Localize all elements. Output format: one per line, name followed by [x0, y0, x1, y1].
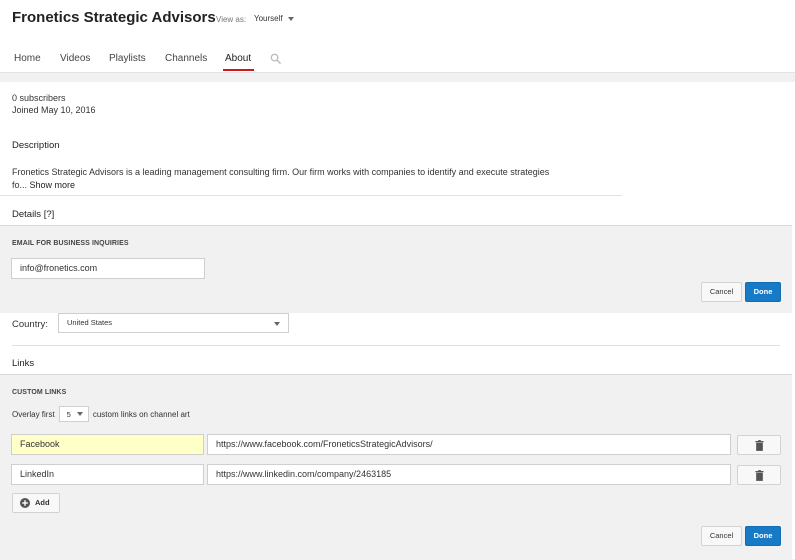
overlay-count-select[interactable]: 5 [58, 406, 89, 422]
delete-link-button[interactable] [737, 465, 781, 485]
email-field[interactable]: info@fronetics.com [11, 258, 205, 279]
details-help-link[interactable]: [?] [44, 209, 55, 220]
overlay-prefix: Overlay first [12, 409, 55, 419]
links-done-button[interactable]: Done [745, 526, 781, 546]
plus-circle-icon [20, 498, 30, 508]
description-line-2: fo... Show more [12, 179, 612, 192]
description-divider [0, 195, 622, 196]
chevron-down-icon [274, 322, 280, 326]
trash-icon [755, 470, 764, 481]
details-title-text: Details [12, 209, 42, 220]
trash-icon [755, 440, 764, 451]
overlay-setting: Overlay first 5 custom links on channel … [12, 406, 190, 422]
overlay-count-value: 5 [66, 409, 71, 419]
custom-links-section: CUSTOM LINKS Overlay first 5 custom link… [0, 374, 792, 560]
custom-links-label: CUSTOM LINKS [12, 389, 67, 396]
links-cancel-button[interactable]: Cancel [701, 526, 742, 546]
add-link-button[interactable]: Add [12, 493, 60, 513]
email-label: EMAIL FOR BUSINESS INQUIRIES [12, 240, 129, 247]
chevron-down-icon [76, 412, 83, 416]
country-select[interactable]: United States [58, 313, 289, 333]
link-title-field[interactable]: Facebook [11, 434, 204, 455]
tab-home[interactable]: Home [14, 53, 41, 64]
link-url-field[interactable]: https://www.facebook.com/FroneticsStrate… [207, 434, 731, 455]
view-as-value: Yourself [254, 14, 283, 23]
view-as-label: View as: [216, 15, 247, 24]
country-label: Country: [12, 319, 48, 330]
delete-link-button[interactable] [737, 435, 781, 455]
subscriber-count: 0 subscribers [12, 93, 66, 103]
email-cancel-button[interactable]: Cancel [701, 282, 742, 302]
show-more-link[interactable]: Show more [30, 180, 76, 190]
channel-title[interactable]: Fronetics Strategic Advisors [12, 9, 216, 26]
details-title: Details [?] [12, 209, 54, 220]
tab-channels[interactable]: Channels [165, 53, 207, 64]
tab-videos[interactable]: Videos [60, 53, 90, 64]
email-edit-section: EMAIL FOR BUSINESS INQUIRIES info@fronet… [0, 225, 792, 313]
country-divider [12, 345, 780, 346]
joined-date: Joined May 10, 2016 [12, 105, 96, 115]
tab-playlists[interactable]: Playlists [109, 53, 146, 64]
country-value: United States [67, 318, 113, 327]
chevron-down-icon [287, 16, 294, 21]
description-title: Description [12, 140, 60, 151]
description-text: Fronetics Strategic Advisors is a leadin… [12, 166, 612, 192]
tab-about[interactable]: About [225, 53, 251, 64]
channel-header: Fronetics Strategic Advisors View as: Yo… [0, 0, 795, 73]
overlay-suffix: custom links on channel art [92, 409, 190, 419]
about-panel: 0 subscribers Joined May 10, 2016 Descri… [0, 82, 795, 560]
search-icon[interactable] [270, 53, 281, 64]
link-title-field[interactable]: LinkedIn [11, 464, 204, 485]
view-as-dropdown[interactable]: Yourself [254, 14, 294, 23]
active-tab-indicator [223, 69, 254, 71]
description-line-1: Fronetics Strategic Advisors is a leadin… [12, 167, 550, 177]
description-truncated: fo... [12, 180, 28, 190]
link-url-field[interactable]: https://www.linkedin.com/company/2463185 [207, 464, 731, 485]
email-done-button[interactable]: Done [745, 282, 781, 302]
add-link-label: Add [35, 498, 50, 507]
links-title: Links [12, 358, 35, 369]
